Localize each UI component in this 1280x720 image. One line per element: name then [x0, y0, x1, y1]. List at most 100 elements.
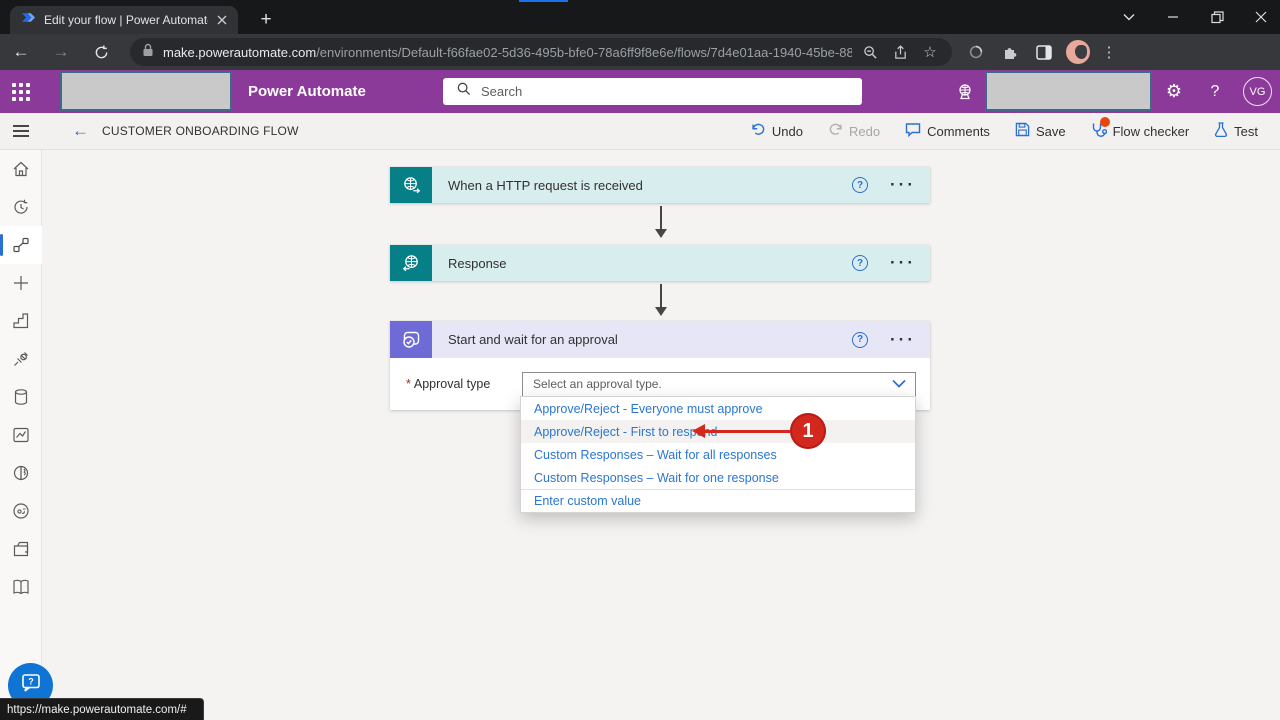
http-connector-icon	[390, 167, 432, 203]
approval-type-label-text: Approval type	[413, 377, 491, 391]
flow-command-bar: ← CUSTOMER ONBOARDING FLOW Undo Redo Com…	[0, 113, 1280, 150]
extension-circle-icon[interactable]	[964, 40, 988, 64]
undo-label: Undo	[771, 123, 803, 139]
approvals-connector-icon	[390, 321, 432, 358]
save-label: Save	[1035, 123, 1066, 139]
sidebar-item-templates[interactable]	[0, 302, 42, 340]
required-marker: *	[406, 377, 411, 391]
sidebar-item-ai-builder[interactable]	[0, 454, 42, 492]
sidebar-item-process-advisor[interactable]	[0, 492, 42, 530]
test-button[interactable]: Test	[1214, 122, 1258, 140]
flow-canvas: When a HTTP request is received ? ··· Re…	[42, 150, 1280, 720]
comments-label: Comments	[927, 123, 990, 139]
power-automate-header: Power Automate ⚙ ? VG	[0, 70, 1280, 113]
step-info-icon[interactable]: ?	[852, 255, 869, 271]
environment-icon[interactable]	[950, 70, 980, 113]
flow-connector-arrow	[655, 206, 667, 238]
test-label: Test	[1234, 123, 1258, 139]
http-connector-icon	[390, 245, 432, 281]
sidebar-item-action-items[interactable]	[0, 188, 42, 226]
browser-forward-icon[interactable]: →	[46, 37, 76, 67]
help-icon[interactable]: ?	[1202, 70, 1228, 113]
portal-search-box[interactable]	[443, 78, 862, 105]
browser-back-icon[interactable]: ←	[6, 37, 36, 67]
step-menu-icon[interactable]: ···	[890, 253, 916, 273]
browser-menu-kebab-icon[interactable]: ⋮	[1100, 43, 1118, 61]
new-tab-button[interactable]: +	[252, 6, 280, 34]
split-screen-icon[interactable]	[1032, 40, 1056, 64]
hamburger-menu-icon[interactable]	[0, 124, 42, 138]
sidebar-item-create[interactable]	[0, 264, 42, 302]
sidebar-item-my-flows[interactable]	[0, 226, 42, 264]
step-menu-icon[interactable]: ···	[890, 175, 916, 195]
bookmark-star-icon[interactable]: ☆	[918, 40, 942, 64]
close-icon[interactable]	[1250, 6, 1272, 28]
redo-label: Redo	[849, 123, 881, 139]
search-input[interactable]	[481, 84, 821, 99]
step-info-icon[interactable]: ?	[852, 177, 869, 193]
flow-checker-alert-dot	[1099, 116, 1110, 127]
step-info-icon[interactable]: ?	[852, 331, 869, 348]
flow-step-http-trigger[interactable]: When a HTTP request is received ? ···	[390, 167, 930, 203]
dropdown-option[interactable]: Approve/Reject - Everyone must approve	[521, 397, 915, 420]
redo-icon	[828, 122, 843, 140]
sidebar-item-connectors[interactable]	[0, 340, 42, 378]
undo-icon	[751, 122, 766, 140]
browser-navbar: ← → make.powerautomate.com/environments/…	[0, 34, 1280, 70]
annotation-arrow-line	[704, 429, 790, 433]
dropdown-option[interactable]: Custom Responses – Wait for all response…	[521, 443, 915, 466]
tab-search-chevron-icon[interactable]	[1118, 6, 1140, 28]
settings-gear-icon[interactable]: ⚙	[1160, 70, 1188, 113]
dropdown-option[interactable]: Custom Responses – Wait for one response	[521, 466, 915, 489]
browser-extension-area: ⋮	[964, 40, 1118, 64]
url-path: /environments/Default-f66fae02-5d36-495b…	[316, 44, 852, 60]
sidebar-item-monitor[interactable]	[0, 416, 42, 454]
flow-title: CUSTOMER ONBOARDING FLOW	[102, 124, 299, 138]
save-button[interactable]: Save	[1015, 122, 1066, 140]
back-arrow-icon[interactable]: ←	[72, 121, 89, 141]
command-bar-actions: Undo Redo Comments Save Flow checker Tes…	[751, 116, 1280, 141]
redo-button[interactable]: Redo	[828, 122, 880, 140]
step-menu-icon[interactable]: ···	[890, 330, 916, 350]
link-status-tooltip: https://make.powerautomate.com/#	[0, 698, 204, 720]
comments-button[interactable]: Comments	[905, 122, 990, 140]
browser-tab[interactable]: Edit your flow | Power Automate	[10, 6, 238, 34]
flow-step-response[interactable]: Response ? ···	[390, 245, 930, 281]
window-controls	[1118, 0, 1272, 34]
minimize-icon[interactable]	[1162, 6, 1184, 28]
comment-bubble-icon	[905, 122, 921, 140]
restore-icon[interactable]	[1206, 6, 1228, 28]
flow-connector-arrow	[655, 284, 667, 316]
zoom-out-icon[interactable]	[858, 40, 882, 64]
sidebar-item-learn[interactable]	[0, 568, 42, 606]
step-title: Response	[448, 255, 507, 271]
power-automate-favicon-icon	[21, 10, 36, 30]
tab-close-icon[interactable]	[214, 12, 230, 28]
address-bar[interactable]: make.powerautomate.com/environments/Defa…	[130, 38, 952, 66]
step-title: Start and wait for an approval	[448, 332, 618, 347]
flow-checker-button[interactable]: Flow checker	[1091, 116, 1189, 141]
tab-title: Edit your flow | Power Automate	[44, 13, 208, 27]
dropdown-option-custom-value[interactable]: Enter custom value	[521, 489, 915, 512]
sidebar-item-data[interactable]	[0, 378, 42, 416]
extensions-puzzle-icon[interactable]	[998, 40, 1022, 64]
window-top-accent	[519, 0, 568, 2]
browser-window: Edit your flow | Power Automate + ← → ma…	[0, 0, 1280, 720]
annotation-step-badge: 1	[790, 413, 826, 449]
select-placeholder: Select an approval type.	[533, 377, 662, 391]
test-flask-icon	[1214, 122, 1228, 140]
url-text: make.powerautomate.com/environments/Defa…	[163, 45, 852, 60]
approval-type-dropdown: Approve/Reject - Everyone must approve A…	[520, 396, 916, 513]
sidebar-item-solutions[interactable]	[0, 530, 42, 568]
app-launcher-waffle-icon[interactable]	[0, 70, 42, 113]
approval-type-select[interactable]: Select an approval type.	[522, 371, 916, 397]
sidebar-item-home[interactable]	[0, 150, 42, 188]
redacted-region	[985, 71, 1152, 111]
browser-profile-avatar[interactable]	[1066, 40, 1090, 64]
undo-button[interactable]: Undo	[751, 122, 803, 140]
account-avatar[interactable]: VG	[1243, 77, 1272, 106]
reload-icon[interactable]	[86, 37, 116, 67]
flow-checker-stethoscope-icon	[1091, 116, 1110, 141]
approval-type-label: * Approval type	[406, 377, 518, 391]
share-icon[interactable]	[888, 40, 912, 64]
